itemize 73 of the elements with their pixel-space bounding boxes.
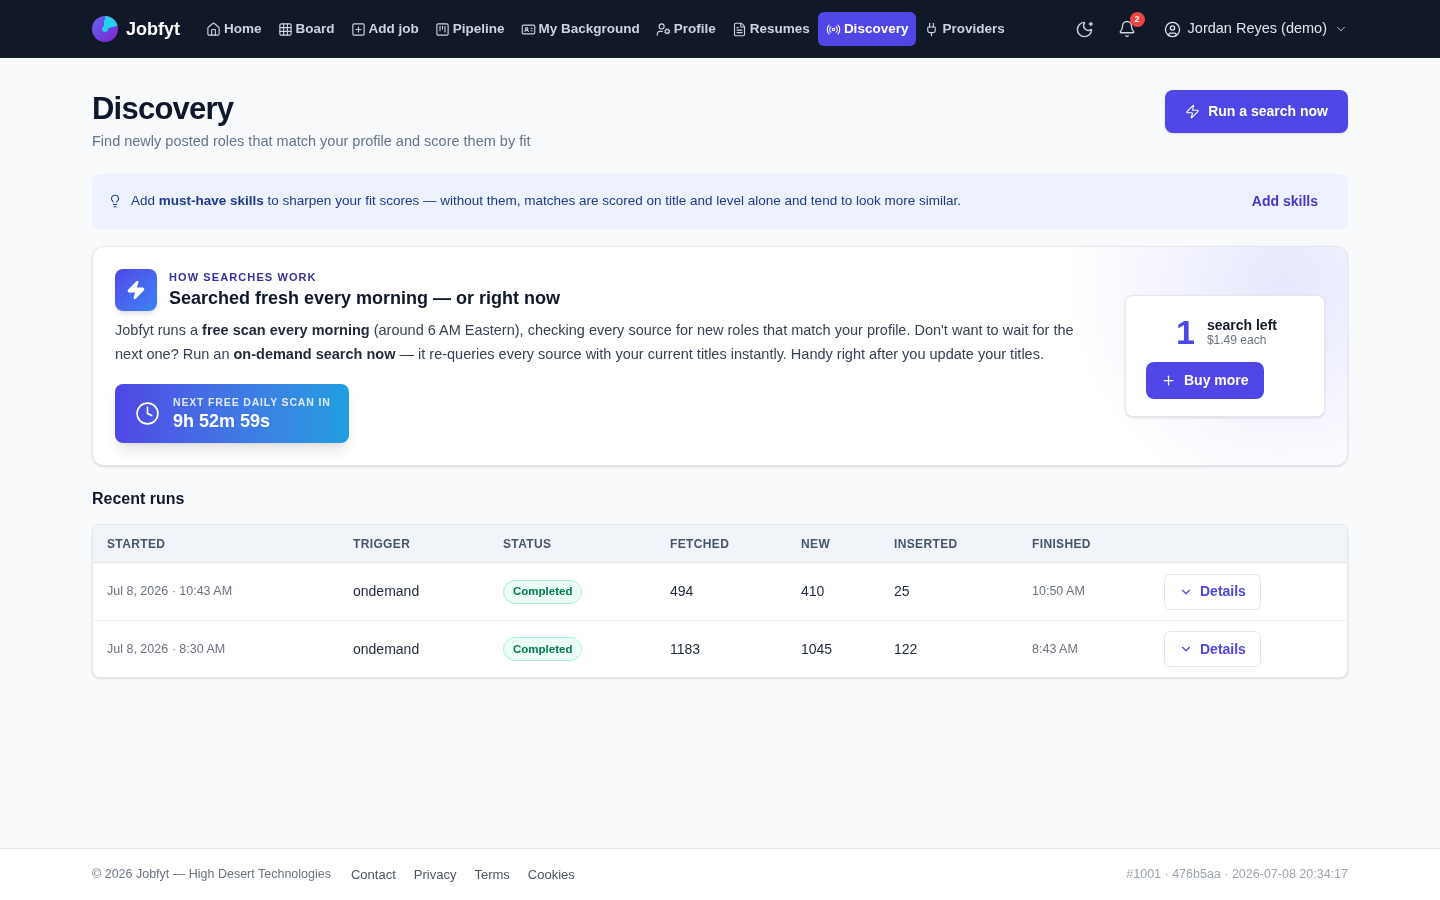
grid-icon	[277, 21, 293, 37]
credits-label: search left	[1206, 316, 1277, 333]
lightbulb-icon	[108, 194, 122, 209]
credits-count: 1	[1176, 314, 1195, 350]
table-cell-text: 410	[801, 582, 826, 602]
id-card-icon	[520, 21, 536, 37]
add-skills-link[interactable]: Add skills	[1251, 190, 1318, 212]
table-cell-text: Jul 8, 2026 · 10:43 AM	[107, 583, 234, 601]
nav-link[interactable]: Discovery	[817, 12, 917, 46]
footer-link[interactable]: Privacy	[413, 864, 457, 885]
countdown-label: NEXT FREE DAILY SCAN IN	[173, 394, 331, 409]
footer-link[interactable]: Contact	[351, 864, 396, 885]
user-menu-button[interactable]: Jordan Reyes (demo)	[1163, 18, 1348, 40]
nav-link[interactable]: Profile	[647, 12, 724, 46]
details-button[interactable]: Details	[1164, 573, 1261, 610]
column-header: FETCHED	[670, 535, 731, 553]
user-gear-icon	[655, 21, 671, 37]
section-title: Searched fresh every morning — or right now	[169, 287, 561, 311]
notification-badge: 2	[1129, 12, 1145, 27]
lightning-tile-icon	[115, 269, 157, 311]
build-info: #1001 · 476b5aa · 2026-07-08 20:34:17	[1126, 866, 1348, 884]
copyright-text: © 2026 Jobfyt — High Desert Technologies	[92, 866, 331, 884]
table-cell-text: ondemand	[353, 582, 421, 602]
column-header: STARTED	[107, 535, 167, 553]
nav-link[interactable]: Pipeline	[426, 12, 513, 46]
bell-icon	[1117, 20, 1136, 38]
logo-icon	[92, 16, 118, 42]
credits-price: $1.49 each	[1206, 332, 1268, 348]
plus-icon	[1161, 373, 1176, 388]
page-subtitle: Find newly posted roles that match your profile and score them by fit	[92, 132, 531, 151]
tip-text: Add must-have skills to sharpen your fit scores — without them, matches are scored on title and level alone and tend to look more similar.	[131, 192, 961, 211]
document-icon	[731, 21, 747, 37]
details-button[interactable]: Details	[1164, 631, 1261, 668]
column-header: INSERTED	[894, 535, 959, 553]
table-cell-text: 494	[670, 582, 695, 602]
table-cell-text: 1045	[801, 639, 834, 659]
table-cell-text: 122	[894, 639, 919, 659]
status-badge: Completed	[503, 637, 583, 662]
column-header: STATUS	[503, 535, 553, 553]
status-badge: Completed	[503, 579, 583, 604]
clock-icon	[135, 401, 160, 427]
column-header: NEW	[801, 535, 832, 553]
section-description: Jobfyt runs a free scan every morning (around 6 AM Eastern), checking every source for new roles that match your profile. Don't want to wait for the next one? Run an on-demand search now — it re-queries every source with your current titles instantly. Handy right after you update your titles.	[115, 321, 1075, 365]
recent-runs-heading: Recent runs	[92, 489, 186, 510]
column-header: TRIGGER	[353, 535, 412, 553]
table-cell-text: Jul 8, 2026 · 8:30 AM	[107, 640, 227, 658]
page-title: Discovery	[92, 90, 235, 128]
columns-icon	[434, 21, 450, 37]
footer-link[interactable]: Terms	[474, 864, 510, 885]
nav-link[interactable]: Resumes	[723, 12, 818, 46]
user-circle-icon	[1163, 20, 1181, 38]
buy-more-button[interactable]: Buy more	[1146, 362, 1264, 399]
countdown-value: 9h 52m 59s	[173, 409, 272, 433]
notifications-button[interactable]: 2	[1111, 14, 1142, 44]
column-header: FINISHED	[1032, 535, 1092, 553]
nav-link[interactable]: Board	[269, 12, 343, 46]
house-icon	[206, 21, 221, 37]
lightning-icon	[1185, 104, 1201, 119]
moon-star-icon	[1075, 19, 1095, 39]
brand-link[interactable]: Jobfyt	[92, 15, 180, 43]
table-cell-text: ondemand	[353, 639, 421, 659]
table-cell-text: 10:50 AM	[1032, 583, 1086, 601]
nav-link[interactable]: Providers	[916, 12, 1013, 46]
run-search-button[interactable]: Run a search now	[1165, 90, 1348, 133]
table-cell-text: 25	[894, 582, 911, 602]
section-eyebrow: HOW SEARCHES WORK	[169, 269, 318, 285]
nav-link[interactable]: Home	[198, 12, 270, 46]
nav-link[interactable]: My Background	[512, 12, 648, 46]
plus-square-icon	[350, 21, 366, 37]
table-cell-text: 1183	[670, 639, 702, 659]
nav-link[interactable]: Add job	[342, 12, 427, 46]
table-cell-text: 8:43 AM	[1032, 640, 1079, 658]
footer-link[interactable]: Cookies	[527, 864, 575, 885]
